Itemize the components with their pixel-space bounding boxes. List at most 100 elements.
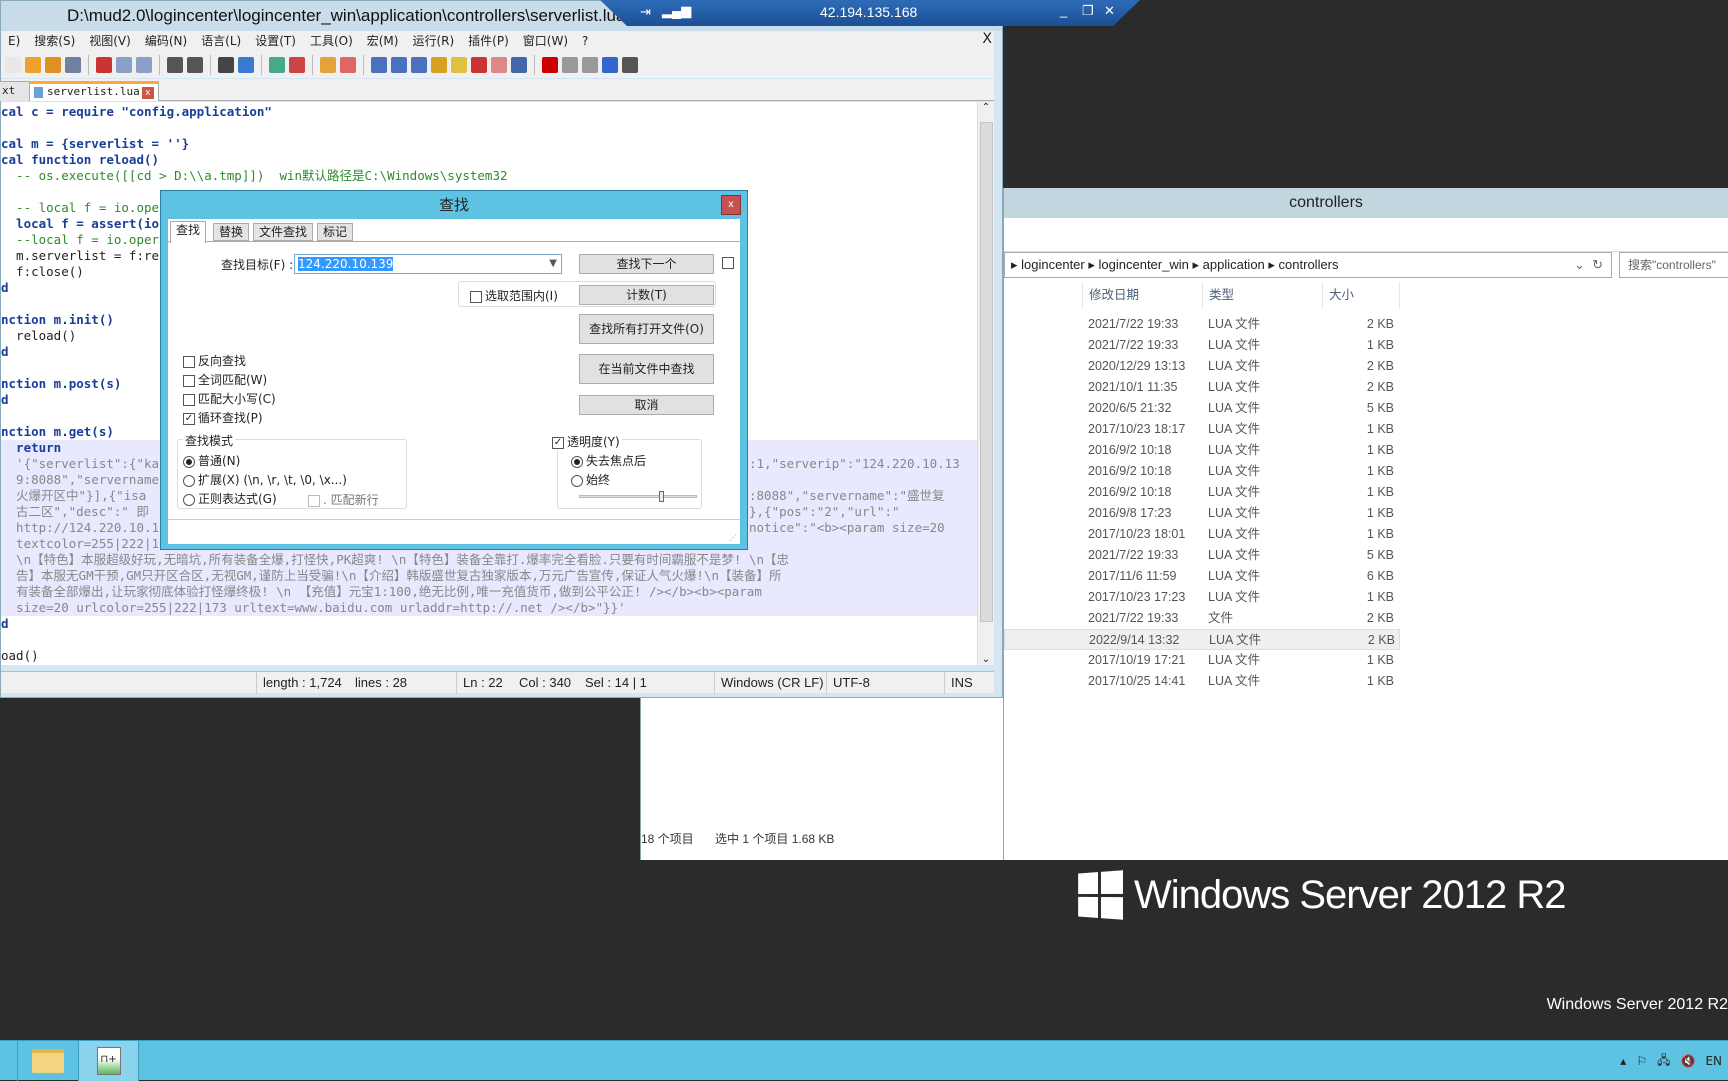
file-row[interactable]: 2020/6/5 21:32 LUA 文件 5 KB [1004,398,1400,419]
toolbar-button-icon[interactable] [5,56,21,73]
toolbar-button-icon[interactable] [65,56,81,73]
find-next-button[interactable]: 查找下一个 [579,254,714,274]
toolbar-button-icon[interactable] [96,56,112,73]
network-icon[interactable]: 🖧 [1657,1051,1670,1072]
toolbar-button-icon[interactable] [167,56,183,73]
breadcrumb-application[interactable]: application [1203,257,1265,272]
toolbar-button-icon[interactable] [602,56,618,73]
action-center-flag-icon[interactable]: ⚐ [1636,1054,1647,1068]
toolbar-button-icon[interactable] [471,56,487,73]
breadcrumb-logincenter[interactable]: logincenter [1021,257,1085,272]
tab-find-in-files[interactable]: 文件查找 [253,223,314,241]
minimize-icon[interactable]: _ [1060,3,1067,18]
file-row[interactable]: 2020/12/29 13:13 LUA 文件 2 KB [1004,356,1400,377]
toolbar-button-icon[interactable] [451,56,467,73]
toolbar-button-icon[interactable] [562,56,578,73]
menu-item[interactable]: 视图(V) [82,31,138,51]
transparency-mode-radio[interactable]: 始终 [571,471,610,488]
scroll-up-arrow-icon[interactable]: ⌃ [978,102,994,113]
start-button[interactable] [0,1041,16,1081]
tab-find[interactable]: 查找 [170,221,207,243]
code-line[interactable]: cal m = {serverlist = ''} [1,136,977,152]
taskbar-notepad-plus-plus[interactable]: ⊓+ [78,1041,138,1081]
count-button[interactable]: 计数(T) [579,285,714,305]
taskbar-file-explorer[interactable] [17,1041,77,1081]
close-document-button[interactable]: X [982,31,992,47]
toolbar-button-icon[interactable] [289,56,305,73]
in-selection-checkbox[interactable]: 选取范围内(I) [470,287,558,304]
slider-thumb[interactable] [659,491,665,502]
file-row[interactable]: 2022/9/14 13:32 LUA 文件 2 KB [1004,629,1400,650]
column-type[interactable]: 类型 [1202,282,1322,308]
file-row[interactable]: 2021/7/22 19:33 文件 2 KB [1004,608,1400,629]
volume-muted-icon[interactable]: 🔇 [1680,1054,1695,1068]
file-row[interactable]: 2016/9/2 10:18 LUA 文件 1 KB [1004,482,1400,503]
toolbar-button-icon[interactable] [340,56,356,73]
toolbar-button-icon[interactable] [25,56,41,73]
code-line[interactable]: \n【特色】本服超级好玩,无暗坑,所有装备全爆,打怪快,PK超爽! \n【特色】… [1,552,977,568]
close-icon[interactable]: ✕ [1104,3,1115,19]
option-checkbox[interactable]: 反向查找 [183,352,246,369]
show-hidden-icons-icon[interactable]: ▴ [1620,1054,1626,1068]
restore-icon[interactable]: ❐ [1082,3,1094,19]
menu-item[interactable]: 插件(P) [461,31,516,51]
toolbar-button-icon[interactable] [320,56,336,73]
tab-mark[interactable]: 标记 [317,223,354,241]
address-bar[interactable]: ▸ logincenter ▸ logincenter_win ▸ applic… [1004,252,1612,278]
menu-item[interactable]: 窗口(W) [516,31,575,51]
toolbar-button-icon[interactable] [116,56,132,73]
menu-item[interactable]: 搜索(S) [27,31,82,51]
file-row[interactable]: 2021/7/22 19:33 LUA 文件 2 KB [1004,314,1400,335]
menu-item[interactable]: E) [1,31,27,51]
code-fragment[interactable]: notice":"<b><param size=20 [749,520,977,536]
toolbar-button-icon[interactable] [238,56,254,73]
tab-replace[interactable]: 替换 [213,223,250,241]
file-row[interactable]: 2016/9/2 10:18 LUA 文件 1 KB [1004,440,1400,461]
find-all-in-current-file-button[interactable]: 在当前文件中查找 [579,354,714,384]
option-checkbox[interactable]: ✓ 循环查找(P) [183,409,263,426]
file-row[interactable]: 2017/10/23 18:01 LUA 文件 1 KB [1004,524,1400,545]
code-fragment[interactable]: :1,"serverip":"124.220.10.13 [749,456,977,472]
toolbar-button-icon[interactable] [411,56,427,73]
toolbar-button-icon[interactable] [371,56,387,73]
file-row[interactable]: 2021/7/22 19:33 LUA 文件 5 KB [1004,545,1400,566]
toolbar-button-icon[interactable] [136,56,152,73]
code-line[interactable]: oad() [1,648,977,664]
file-row[interactable]: 2017/10/23 17:23 LUA 文件 1 KB [1004,587,1400,608]
search-input[interactable]: 搜索"controllers" [1619,252,1728,278]
breadcrumb-controllers[interactable]: controllers [1279,257,1339,272]
toolbar-button-icon[interactable] [187,56,203,73]
option-checkbox[interactable]: 匹配大小写(C) [183,390,276,407]
toolbar-button-icon[interactable] [218,56,234,73]
code-fragment[interactable]: },{"pos":"2","url":" [749,504,977,520]
code-line[interactable]: d [1,616,977,632]
code-line[interactable] [1,120,977,136]
option-checkbox[interactable]: 全词匹配(W) [183,371,267,388]
vertical-scrollbar[interactable]: ⌃ ⌄ [977,102,994,665]
file-row[interactable]: 2017/10/23 18:17 LUA 文件 1 KB [1004,419,1400,440]
menu-item[interactable]: 宏(M) [360,31,406,51]
menu-item[interactable]: 运行(R) [405,31,461,51]
resize-grip-icon[interactable]: ⋰ [729,533,737,542]
search-mode-radio[interactable]: 正则表达式(G) [183,490,277,507]
search-mode-radio[interactable]: 普通(N) [183,452,240,469]
tab-serverlist-lua[interactable]: serverlist.lua x [29,81,159,101]
toolbar-button-icon[interactable] [269,56,285,73]
code-line[interactable]: -- os.execute([[cd > D:\\a.tmp]]) win默认路… [1,168,977,184]
menu-item[interactable]: 设置(T) [248,31,303,51]
toolbar-button-icon[interactable] [542,56,558,73]
menu-item[interactable]: 工具(O) [303,31,360,51]
find-target-input[interactable]: 124.220.10.139 ▼ [294,254,562,274]
scroll-down-arrow-icon[interactable]: ⌄ [978,654,994,665]
scrollbar-thumb[interactable] [980,122,993,622]
toolbar-button-icon[interactable] [511,56,527,73]
toolbar-button-icon[interactable] [391,56,407,73]
toolbar-button-icon[interactable] [582,56,598,73]
file-row[interactable]: 2016/9/2 10:18 LUA 文件 1 KB [1004,461,1400,482]
extra-checkbox[interactable] [722,257,734,269]
file-row[interactable]: 2021/10/1 11:35 LUA 文件 2 KB [1004,377,1400,398]
menu-item[interactable]: 语言(L) [194,31,248,51]
history-dropdown-icon[interactable]: ⌄ [1574,253,1585,277]
file-row[interactable]: 2021/7/22 19:33 LUA 文件 1 KB [1004,335,1400,356]
column-date[interactable]: 修改日期 [1082,282,1202,308]
